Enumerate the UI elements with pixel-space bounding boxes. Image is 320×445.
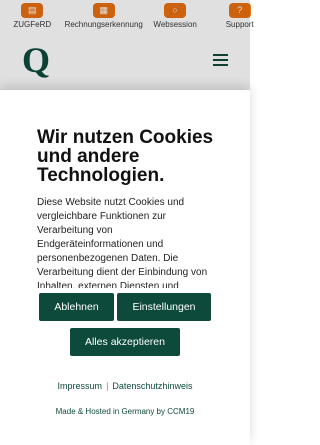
decline-button[interactable]: Ablehnen <box>39 293 114 321</box>
dialog-footer: Made & Hosted in Germany by CCM19 <box>55 407 195 416</box>
accept-all-button[interactable]: Alles akzeptieren <box>70 328 180 356</box>
link-separator: | <box>106 381 109 391</box>
cookie-dialog-title: Wir nutzen Cookies und andere Technologi… <box>37 127 214 186</box>
settings-button[interactable]: Einstellungen <box>117 293 211 321</box>
legal-links: Impressum | Datenschutzhinweis <box>0 381 250 391</box>
cookie-consent-dialog: Wir nutzen Cookies und andere Technologi… <box>0 90 250 445</box>
privacy-link[interactable]: Datenschutzhinweis <box>112 381 192 391</box>
imprint-link[interactable]: Impressum <box>58 381 103 391</box>
cookie-dialog-description: Diese Website nutzt Cookies und vergleic… <box>37 197 208 288</box>
